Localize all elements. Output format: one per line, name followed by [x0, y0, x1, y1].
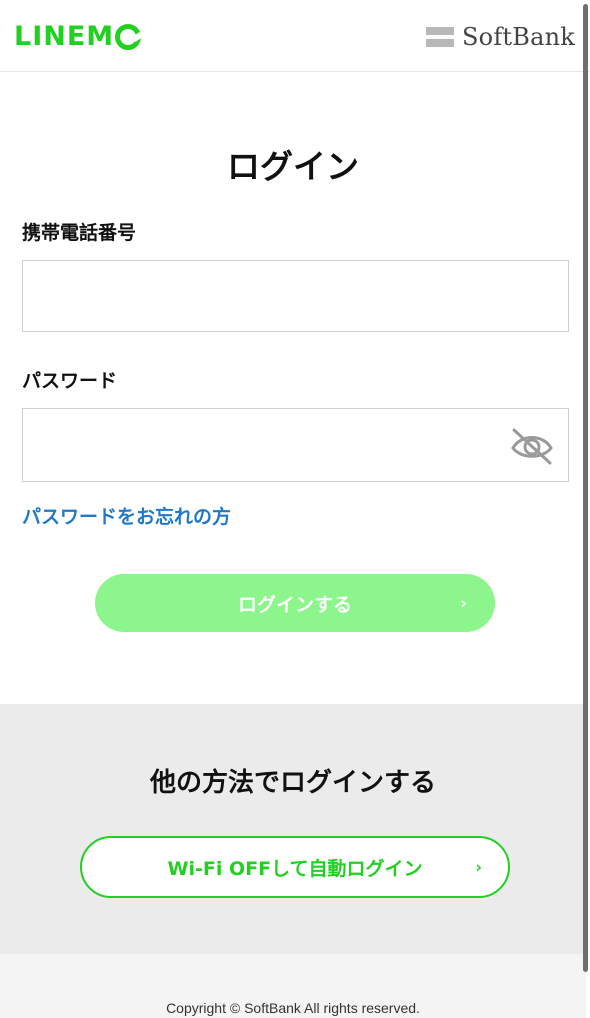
chevron-right-icon: › [475, 857, 482, 877]
linemo-logo-text: LINEM [14, 21, 115, 52]
login-button[interactable]: ログインする › [95, 574, 495, 632]
phone-input[interactable] [22, 260, 569, 332]
site-header: LINEM SoftBank [0, 0, 590, 72]
softbank-bars-icon [426, 26, 455, 48]
login-button-label: ログインする [237, 593, 352, 616]
site-footer: Copyright © SoftBank All rights reserved… [0, 954, 586, 1018]
copyright-text: Copyright © SoftBank All rights reserved… [166, 1000, 420, 1016]
phone-label: 携帯電話番号 [22, 222, 137, 244]
softbank-logo-text: SoftBank [462, 23, 575, 51]
linemo-logo[interactable]: LINEM [14, 21, 142, 52]
login-form: ログイン 携帯電話番号 パスワード パスワードをお忘れの方 ログインする › [0, 72, 586, 704]
forgot-password-link[interactable]: パスワードをお忘れの方 [22, 502, 231, 529]
page-title: ログイン [227, 147, 359, 186]
eye-off-icon[interactable] [508, 426, 556, 466]
chevron-right-icon: › [460, 593, 467, 613]
wifi-off-auto-login-button[interactable]: Wi-Fi OFFして自動ログイン › [80, 836, 510, 898]
scrollbar-thumb[interactable] [583, 4, 588, 972]
password-label: パスワード [22, 370, 118, 392]
softbank-logo[interactable]: SoftBank [426, 22, 575, 52]
password-input[interactable] [22, 408, 569, 482]
wifi-button-label: Wi-Fi OFFして自動ログイン [167, 857, 423, 880]
alternative-login-title: 他の方法でログインする [149, 768, 436, 798]
alternative-login-section: 他の方法でログインする Wi-Fi OFFして自動ログイン › [0, 704, 586, 954]
linemo-logo-o-mark [115, 24, 142, 50]
